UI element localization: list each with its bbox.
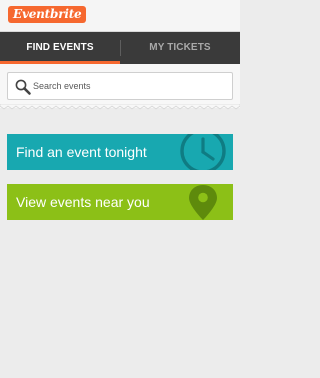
tab-find-events[interactable]: FIND EVENTS [0,32,120,64]
clock-icon [180,134,226,170]
search-input[interactable] [33,76,223,96]
tab-find-events-label: FIND EVENTS [26,42,94,53]
app-header: Eventbrite [0,0,240,32]
find-event-tonight-button[interactable]: Find an event tonight [7,134,233,170]
zigzag-divider [0,104,240,110]
search-box[interactable] [7,72,233,100]
view-events-near-you-label: View events near you [16,194,150,210]
tab-my-tickets[interactable]: MY TICKETS [120,32,240,64]
view-events-near-you-button[interactable]: View events near you [7,184,233,220]
eventbrite-logo[interactable]: Eventbrite [8,6,87,23]
map-pin-icon [189,185,217,220]
tab-bar: FIND EVENTS MY TICKETS [0,32,240,64]
search-icon [15,79,31,95]
tab-my-tickets-label: MY TICKETS [149,42,211,53]
search-area [0,64,240,108]
find-event-tonight-label: Find an event tonight [16,144,147,160]
